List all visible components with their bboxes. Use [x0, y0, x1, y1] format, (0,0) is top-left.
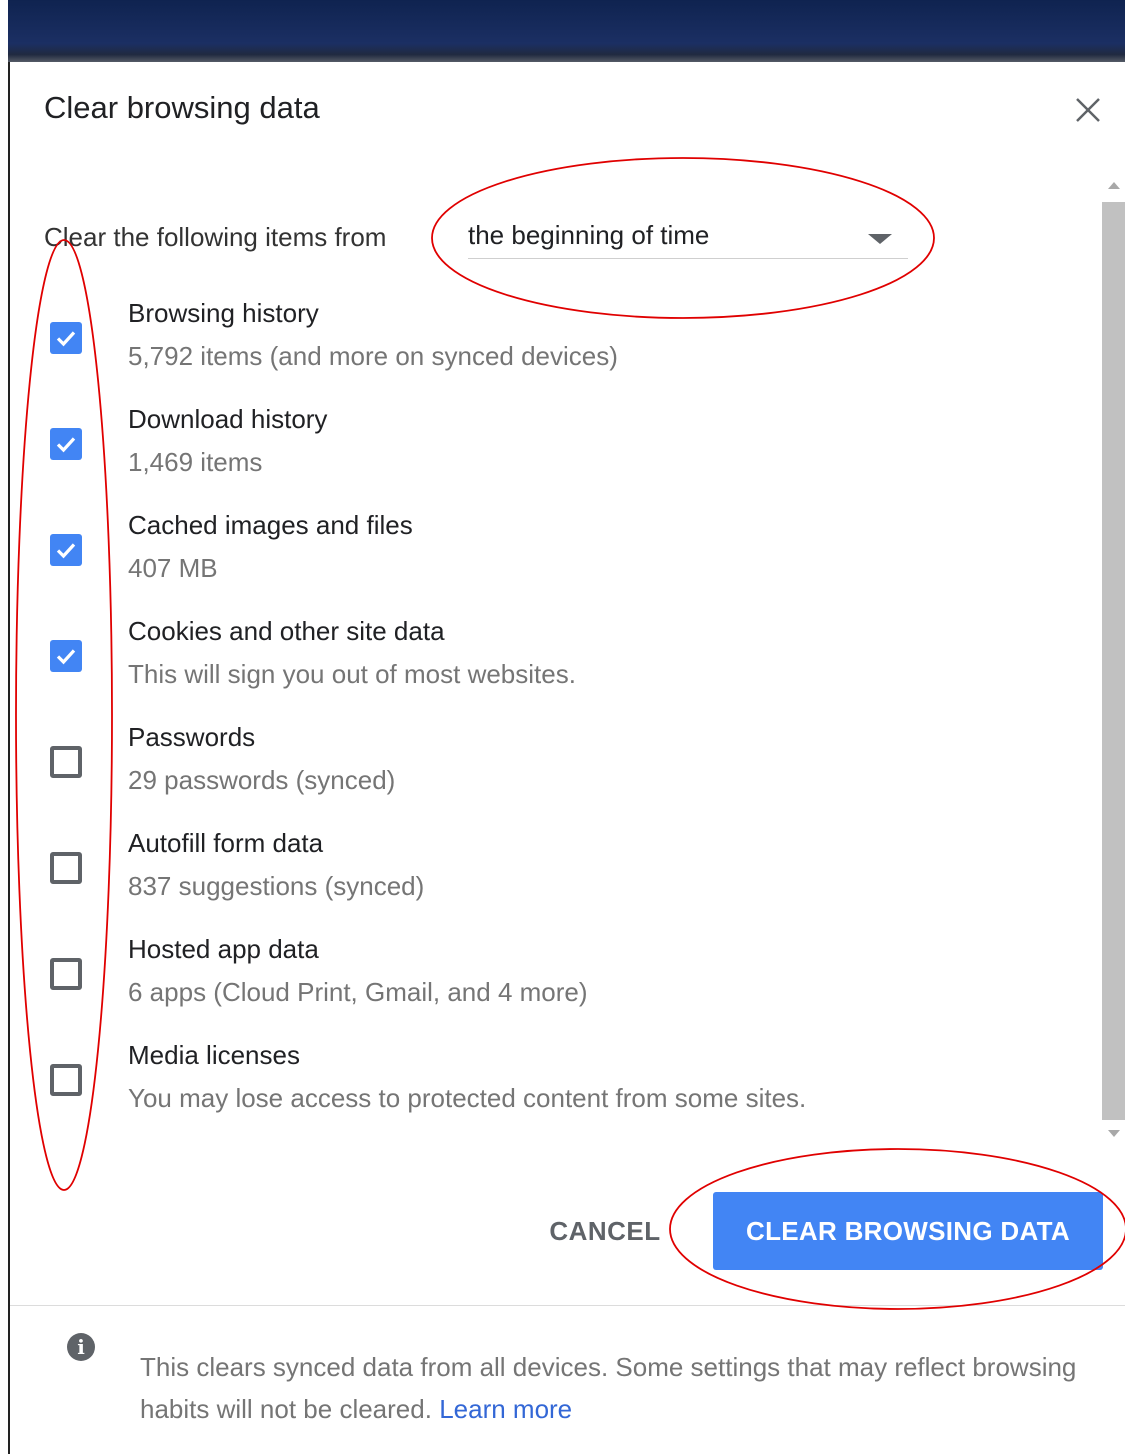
item-label: Passwords	[128, 722, 256, 752]
clear-browsing-data-button[interactable]: CLEAR BROWSING DATA	[713, 1192, 1103, 1270]
checkbox-passwords[interactable]	[50, 746, 82, 778]
item-label: Cached images and files	[128, 510, 413, 540]
checkmark-icon	[56, 543, 76, 559]
item-label: Media licenses	[128, 1040, 300, 1070]
sync-notice-text: This clears synced data from all devices…	[140, 1352, 1077, 1424]
checkmark-icon	[56, 649, 76, 665]
item-detail: 5,792 items (and more on synced devices)	[128, 341, 618, 371]
item-detail: You may lose access to protected content…	[128, 1083, 807, 1113]
item-detail: This will sign you out of most websites.	[128, 659, 576, 689]
item-detail: 6 apps (Cloud Print, Gmail, and 4 more)	[128, 977, 588, 1007]
sync-notice: This clears synced data from all devices…	[140, 1346, 1090, 1430]
item-autofill: Autofill form data 837 suggestions (sync…	[44, 828, 1044, 928]
checkmark-icon	[56, 437, 76, 453]
item-label: Cookies and other site data	[128, 616, 445, 646]
scrollbar[interactable]	[1100, 166, 1125, 1166]
item-label: Download history	[128, 404, 328, 434]
info-icon: i	[67, 1333, 95, 1361]
item-hosted-app-data: Hosted app data 6 apps (Cloud Print, Gma…	[44, 934, 1044, 1034]
item-cookies: Cookies and other site data This will si…	[44, 616, 1044, 716]
learn-more-link[interactable]: Learn more	[439, 1394, 572, 1424]
time-range-selected-value: the beginning of time	[468, 220, 710, 250]
checkbox-download-history[interactable]	[50, 428, 82, 460]
item-label: Hosted app data	[128, 934, 319, 964]
time-range-select[interactable]: the beginning of time	[468, 214, 908, 259]
item-download-history: Download history 1,469 items	[44, 404, 1044, 504]
clear-browsing-data-dialog: Clear browsing data Clear the following …	[8, 62, 1125, 1454]
checkbox-autofill[interactable]	[50, 852, 82, 884]
item-detail: 407 MB	[128, 553, 218, 583]
item-label: Autofill form data	[128, 828, 324, 858]
item-cached-images: Cached images and files 407 MB	[44, 510, 1044, 610]
dialog-title: Clear browsing data	[44, 90, 320, 125]
checkbox-media-licenses[interactable]	[50, 1064, 82, 1096]
cancel-button[interactable]: CANCEL	[540, 1192, 670, 1270]
close-icon[interactable]	[1068, 90, 1108, 130]
item-media-licenses: Media licenses You may lose access to pr…	[44, 1040, 1044, 1140]
dropdown-arrow-icon	[868, 234, 892, 244]
item-detail: 837 suggestions (synced)	[128, 871, 425, 901]
item-browsing-history: Browsing history 5,792 items (and more o…	[44, 298, 1044, 398]
scroll-down-arrow-icon[interactable]	[1108, 1130, 1120, 1137]
checkbox-browsing-history[interactable]	[50, 322, 82, 354]
checkbox-hosted-app-data[interactable]	[50, 958, 82, 990]
item-label: Browsing history	[128, 298, 319, 328]
footer-divider	[10, 1305, 1125, 1306]
checkmark-icon	[56, 331, 76, 347]
item-passwords: Passwords 29 passwords (synced)	[44, 722, 1044, 822]
scrollbar-thumb[interactable]	[1102, 202, 1125, 1120]
item-detail: 1,469 items	[128, 447, 263, 477]
browser-header-bar	[8, 0, 1125, 62]
item-detail: 29 passwords (synced)	[128, 765, 396, 795]
time-range-label: Clear the following items from	[44, 222, 387, 252]
checkbox-cookies[interactable]	[50, 640, 82, 672]
checkbox-cached-images[interactable]	[50, 534, 82, 566]
scroll-up-arrow-icon[interactable]	[1108, 182, 1120, 189]
